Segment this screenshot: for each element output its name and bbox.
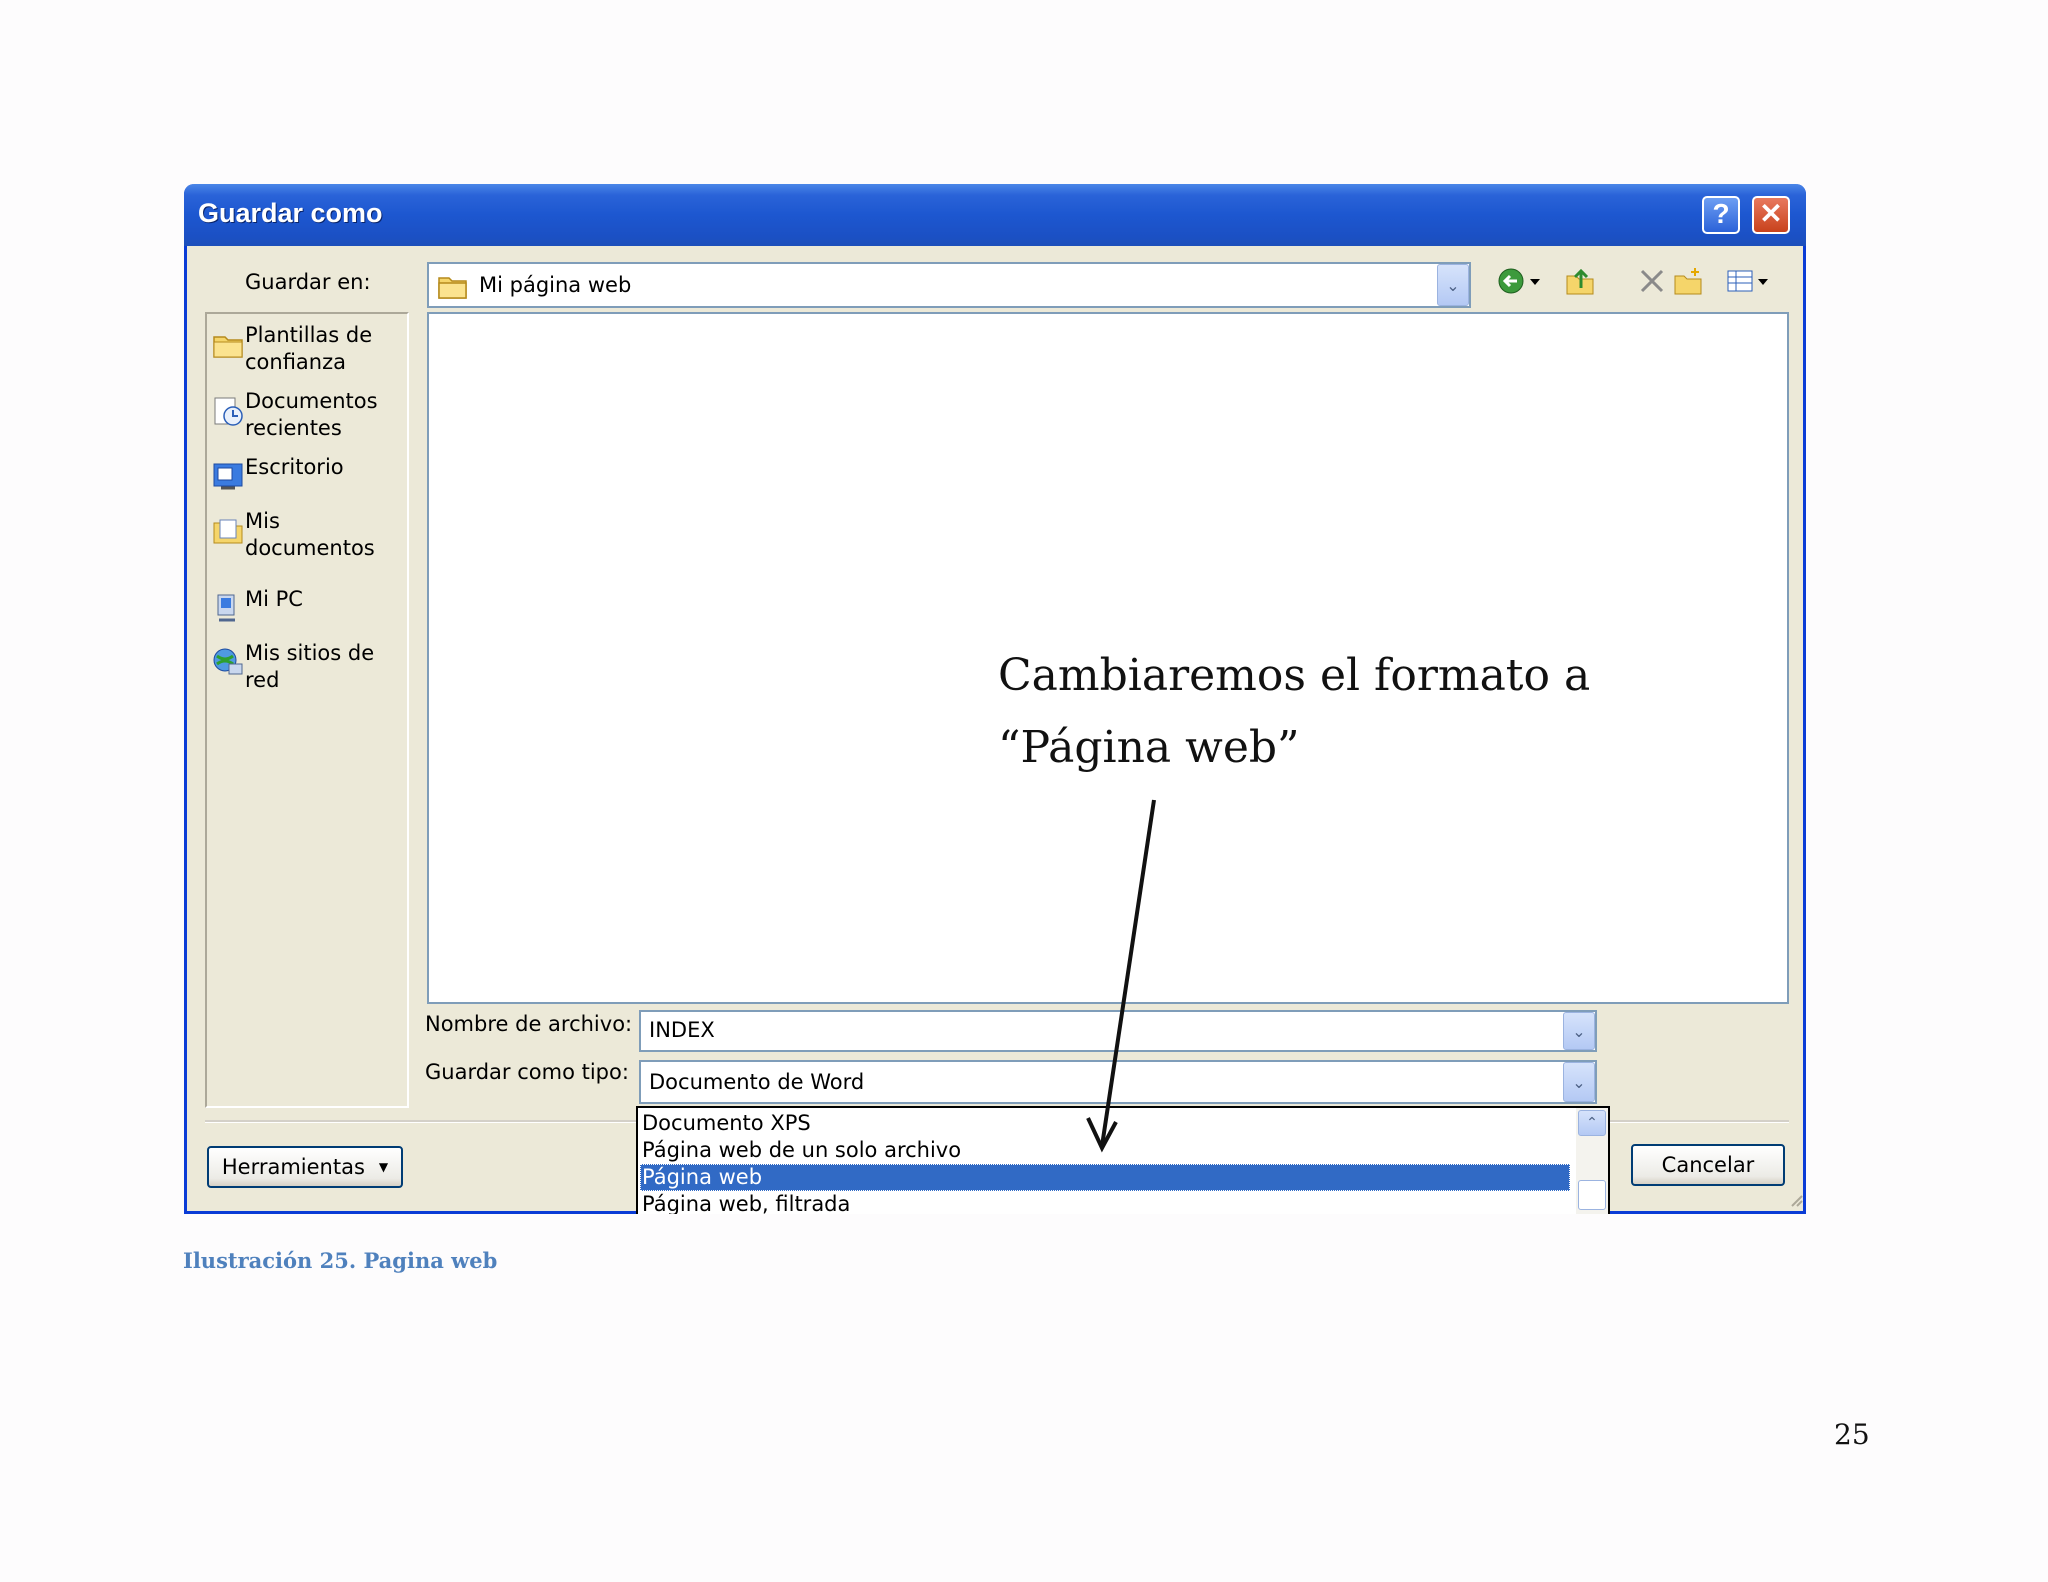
place-plantillas[interactable]: Plantillas de confianza [211, 322, 401, 376]
place-mi-pc[interactable]: Mi PC [211, 586, 401, 626]
place-label: Mis documentos [245, 509, 375, 560]
filetype-label: Guardar como tipo: [425, 1060, 629, 1084]
chevron-up-icon[interactable]: ⌃ [1578, 1110, 1606, 1136]
cancel-button[interactable]: Cancelar [1631, 1144, 1785, 1186]
views-icon[interactable] [1725, 266, 1755, 296]
filename-label: Nombre de archivo: [425, 1012, 633, 1036]
chevron-down-icon: ⌄ [1572, 1072, 1586, 1092]
help-button[interactable]: ? [1702, 196, 1740, 234]
save-in-label: Guardar en: [245, 270, 371, 294]
back-dropdown-icon[interactable] [1527, 266, 1543, 296]
place-mis-documentos[interactable]: Mis documentos [211, 508, 401, 562]
close-button[interactable]: ✕ [1752, 196, 1790, 234]
chevron-down-icon: ▼ [378, 1160, 389, 1174]
views-dropdown-icon[interactable] [1755, 266, 1771, 296]
tools-button[interactable]: Herramientas ▼ [207, 1146, 403, 1188]
folder-icon [213, 336, 243, 358]
network-icon [213, 648, 243, 675]
back-icon[interactable] [1497, 266, 1527, 296]
filename-dropdown-button[interactable]: ⌄ [1563, 1012, 1595, 1050]
filetype-value: Documento de Word [649, 1070, 865, 1094]
place-label: Plantillas de confianza [245, 323, 373, 374]
annotation-line-2: “Página web” [998, 722, 1300, 773]
cancel-button-label: Cancelar [1661, 1153, 1755, 1177]
place-documentos-recientes[interactable]: Documentos recientes [211, 388, 401, 442]
places-bar: Plantillas de confianza Documentos recie… [205, 312, 409, 1108]
figure-caption: Ilustración 25. Pagina web [183, 1248, 498, 1273]
save-in-combobox[interactable]: Mi página web ⌄ [427, 262, 1471, 308]
scroll-thumb[interactable] [1578, 1180, 1606, 1210]
list-item-selected[interactable]: Página web [640, 1164, 1570, 1191]
my-documents-icon [213, 519, 243, 544]
place-label: Mis sitios de red [245, 641, 375, 692]
place-label: Documentos recientes [245, 389, 378, 440]
chevron-down-icon: ⌄ [1572, 1021, 1586, 1041]
computer-icon [217, 594, 235, 622]
delete-icon[interactable] [1637, 266, 1667, 296]
chevron-down-icon: ⌄ [1446, 275, 1460, 295]
new-folder-icon[interactable] [1673, 266, 1703, 296]
save-in-value: Mi página web [479, 273, 632, 297]
place-label: Mi PC [245, 587, 303, 611]
recent-documents-icon [214, 397, 243, 426]
tools-button-label: Herramientas [221, 1155, 365, 1179]
list-item[interactable]: Página web, filtrada [640, 1191, 1570, 1214]
annotation-line-1: Cambiaremos el formato a [998, 650, 1591, 701]
place-mis-sitios-de-red[interactable]: Mis sitios de red [211, 640, 401, 694]
annotation-text: Cambiaremos el formato a “Página web” [998, 640, 1590, 784]
place-label: Escritorio [245, 455, 344, 479]
filetype-dropdown-button[interactable]: ⌄ [1563, 1062, 1595, 1102]
desktop-icon [213, 463, 243, 490]
title-bar[interactable]: Guardar como ? ✕ [184, 184, 1806, 246]
resize-grip[interactable] [1789, 1192, 1803, 1207]
dialog-title: Guardar como [198, 198, 383, 228]
filename-value: INDEX [649, 1018, 715, 1042]
dropdown-scrollbar[interactable]: ⌃ [1576, 1108, 1608, 1214]
folder-icon [438, 277, 467, 299]
save-in-dropdown-button[interactable]: ⌄ [1437, 264, 1469, 306]
page-number: 25 [1834, 1418, 1870, 1451]
annotation-arrow-icon [1086, 799, 1156, 1153]
up-folder-icon[interactable] [1565, 266, 1595, 296]
place-escritorio[interactable]: Escritorio [211, 454, 401, 494]
